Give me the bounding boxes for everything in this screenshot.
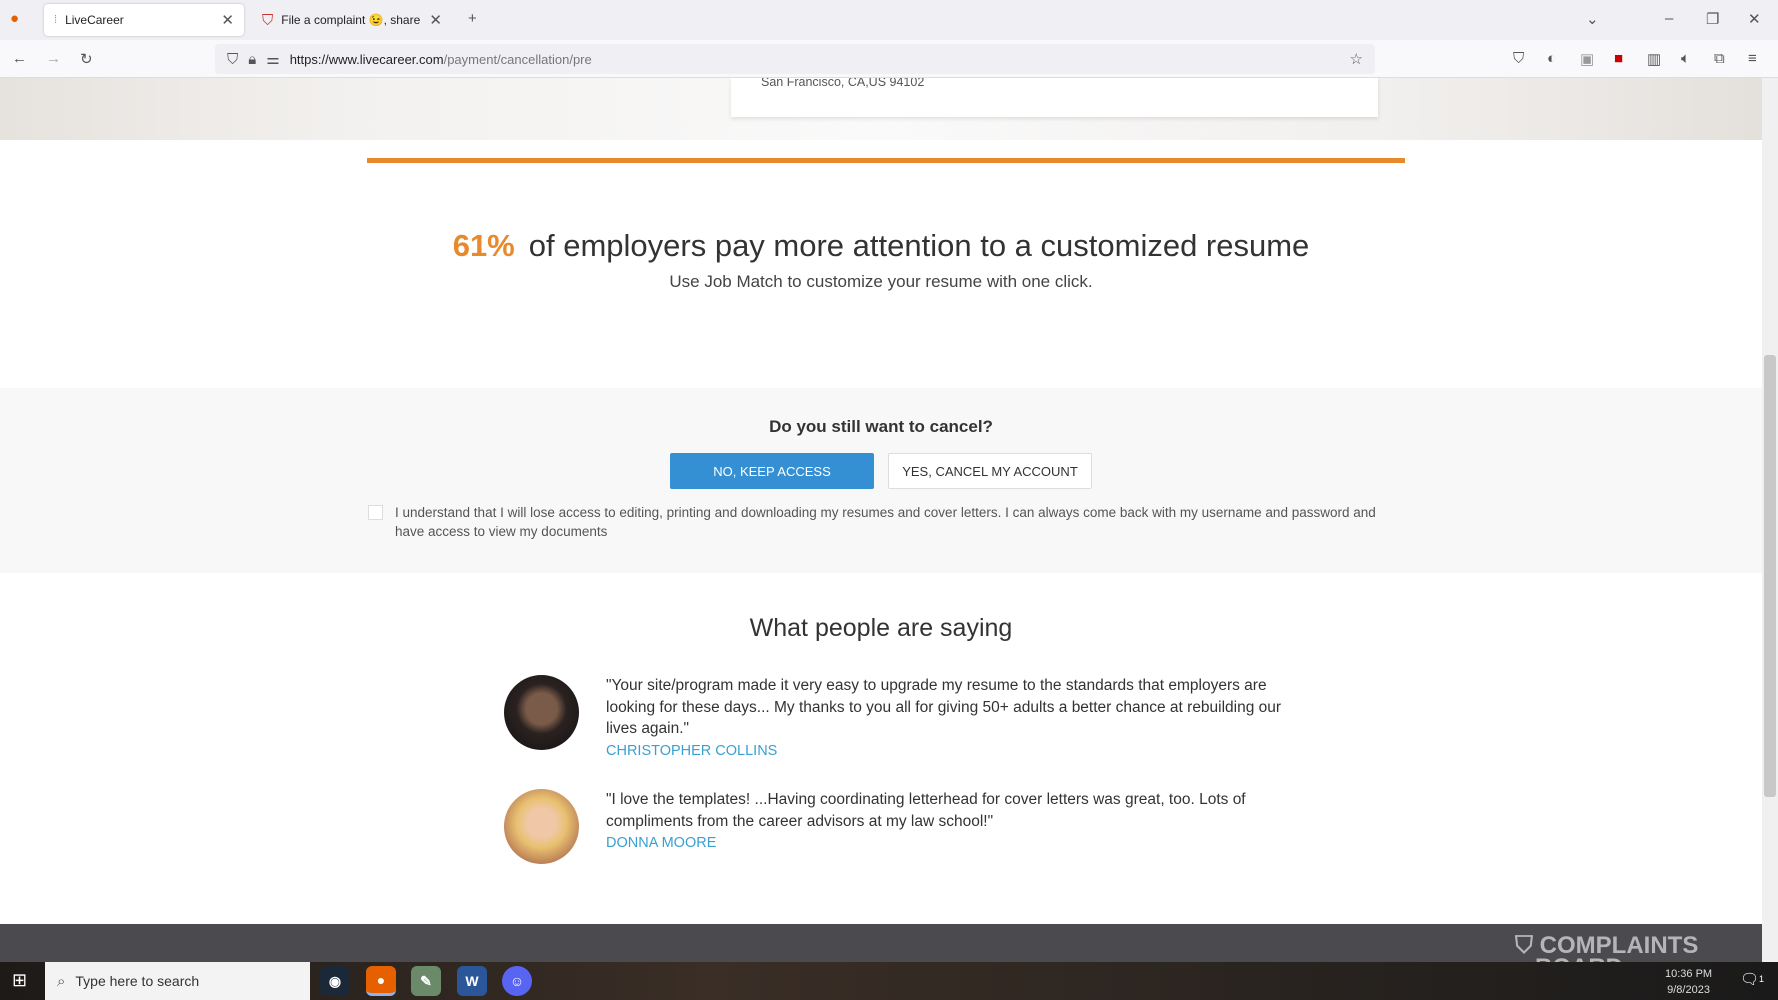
stat-text: of employers pay more attention to a cus… <box>528 228 1310 263</box>
clock-time: 10:36 PM <box>1665 968 1713 980</box>
cancel-section <box>0 388 1762 573</box>
testimonial-quote: "Your site/program made it very easy to … <box>606 677 1282 737</box>
system-clock[interactable]: 10:36 PM 9/8/2023 <box>1665 966 1712 998</box>
url-bar[interactable]: ⛉ 🔒︎ ⚌ https://www.livecareer.com/paymen… <box>215 44 1375 74</box>
cancel-question: Do you still want to cancel? <box>769 417 993 436</box>
testimonial-name: DONNA MOORE <box>606 835 717 851</box>
tab-title: LiveCareer <box>65 13 124 27</box>
scrollbar-thumb[interactable] <box>1764 355 1776 797</box>
testimonial-quote: "I love the templates! ...Having coordin… <box>606 791 1246 830</box>
url-host: https://www.livecareer.com <box>289 51 444 67</box>
extensions-puzzle-icon[interactable]: ⧉ <box>1714 50 1725 67</box>
back-icon[interactable]: ← <box>12 50 27 67</box>
forward-icon[interactable]: → <box>46 50 61 67</box>
firefox-taskbar-icon[interactable]: ● <box>366 966 396 996</box>
pocket-icon[interactable]: ⛉ <box>1513 50 1524 67</box>
steam-icon[interactable]: ◉ <box>320 966 350 996</box>
close-tab-icon[interactable]: ✕ <box>221 11 234 29</box>
menu-icon[interactable]: ≡ <box>1748 50 1757 67</box>
agreement-label[interactable]: I understand that I will lose access to … <box>395 503 1395 541</box>
notification-count: 1 <box>1759 974 1765 984</box>
notifications-icon[interactable]: 🗨︎ 1 <box>1740 970 1764 988</box>
lock-icon[interactable]: 🔒︎ <box>248 51 256 68</box>
cancel-account-button[interactable]: YES, CANCEL MY ACCOUNT <box>888 453 1092 489</box>
stat-subtitle: Use Job Match to customize your resume w… <box>669 272 1093 291</box>
paint-app-icon[interactable]: ✎ <box>411 966 441 996</box>
clock-date: 9/8/2023 <box>1667 984 1710 996</box>
firefox-icon: ● <box>10 10 20 27</box>
taskbar-search[interactable]: ⌕ Type here to search <box>45 962 310 1000</box>
agreement-checkbox[interactable] <box>368 505 383 520</box>
reload-icon[interactable]: ↻ <box>80 50 93 68</box>
orange-divider <box>367 158 1405 163</box>
shield-favicon-icon: ⛉ <box>262 11 274 29</box>
bookmark-star-icon[interactable]: ☆ <box>1350 50 1363 68</box>
search-icon: ⌕ <box>57 972 66 990</box>
address-text: San Francisco, CA,US 94102 <box>761 78 925 89</box>
testimonial-name: CHRISTOPHER COLLINS <box>606 742 778 759</box>
tab-title: File a complaint 😉, share your <box>281 13 421 27</box>
testimonial: "Your site/program made it very easy to … <box>606 675 1306 762</box>
address-card: San Francisco, CA,US 94102 <box>731 78 1378 117</box>
tab-bar: ● ⁞ LiveCareer ✕ ⛉ File a complaint 😉, s… <box>0 0 1778 40</box>
page-footer <box>0 924 1762 962</box>
close-window-icon[interactable]: ✕ <box>1748 10 1761 28</box>
close-tab-icon[interactable]: ✕ <box>429 11 442 29</box>
new-tab-icon[interactable]: + <box>468 10 477 27</box>
testimonial: "I love the templates! ...Having coordin… <box>606 789 1306 855</box>
windows-start-icon[interactable]: ⊞ <box>12 970 27 991</box>
testimonials-title: What people are saying <box>749 614 1013 642</box>
minimize-icon[interactable]: – <box>1665 10 1673 27</box>
pdf-extension-icon[interactable]: ■ <box>1614 50 1623 67</box>
extension-account-icon[interactable]: ◐ <box>1547 50 1556 67</box>
stat-headline: 61% of employers pay more attention to a … <box>0 228 1762 264</box>
avatar-christopher <box>504 675 579 750</box>
restore-icon[interactable]: ❐ <box>1706 10 1719 28</box>
tab-complaint[interactable]: ⛉ File a complaint 😉, share your ✕ <box>252 4 452 36</box>
word-icon[interactable]: W <box>457 966 487 996</box>
sound-icon[interactable]: 🔈︎ <box>1681 50 1690 67</box>
keep-access-button[interactable]: NO, KEEP ACCESS <box>670 453 874 489</box>
discord-icon[interactable]: ☺ <box>502 966 532 996</box>
extension-icon[interactable]: ▣ <box>1580 50 1594 68</box>
stat-percent: 61% <box>452 228 515 263</box>
permissions-icon[interactable]: ⚌ <box>266 50 279 68</box>
list-tabs-chevron-icon[interactable]: ⌄ <box>1586 10 1599 28</box>
page-content: San Francisco, CA,US 94102 61% of employe… <box>0 78 1762 962</box>
library-icon[interactable]: ▥ <box>1647 50 1661 68</box>
tracking-shield-icon[interactable]: ⛉ <box>227 51 238 68</box>
url-path: /payment/cancellation/pre <box>443 51 592 67</box>
avatar-donna <box>504 789 579 864</box>
livecareer-favicon-icon: ⁞ <box>54 14 58 26</box>
tab-livecareer[interactable]: ⁞ LiveCareer ✕ <box>44 4 244 36</box>
search-placeholder: Type here to search <box>75 973 200 989</box>
